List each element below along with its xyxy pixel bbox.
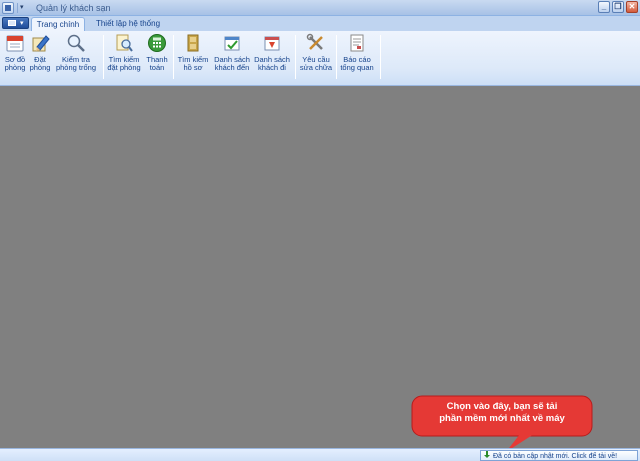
yeu-cau-sua-chua-button[interactable]: Yêu cầu sửa chữa [299, 33, 333, 79]
ribbon-label: khách đi [258, 63, 286, 72]
calendar-icon [6, 35, 24, 52]
calculator-icon [148, 34, 166, 52]
ribbon-label: phòng [4, 63, 26, 72]
guest-departure-icon [264, 36, 280, 51]
report-icon [350, 34, 364, 52]
minimize-button[interactable]: _ [598, 1, 610, 13]
danh-sach-khach-den-button[interactable]: Danh sách khách đến [214, 33, 250, 79]
chevron-down-icon: ▾ [20, 20, 24, 27]
application-menu-button[interactable]: ▾ [2, 17, 29, 29]
magnifier-icon [67, 34, 85, 52]
ribbon-label: phòng [29, 63, 51, 72]
so-do-phong-button[interactable]: Sơ đồ phòng [3, 33, 27, 79]
tools-icon [306, 33, 323, 50]
danh-sach-khach-di-button[interactable]: Danh sách khách đi [254, 33, 290, 79]
ribbon-separator [173, 35, 174, 79]
download-icon [483, 451, 491, 459]
bao-cao-tong-quan-button[interactable]: Báo cáo tổng quan [339, 33, 375, 79]
status-bar: Đã có bản cập nhật mới. Click để tải về! [0, 448, 640, 461]
ribbon-label: khách đến [214, 63, 250, 72]
search-document-icon [116, 34, 133, 52]
update-download-link[interactable]: Đã có bản cập nhật mới. Click để tải về! [480, 450, 638, 461]
restore-button[interactable]: ❐ [612, 1, 624, 13]
tab-thiet-lap-he-thong[interactable]: Thiết lập hệ thống [95, 17, 161, 31]
tim-kiem-dat-phong-button[interactable]: Tìm kiếm đặt phòng [106, 33, 142, 79]
ribbon-panel: Sơ đồ phòng Đặt phòng Kiểm tra phòng trố… [0, 31, 640, 86]
tab-trang-chinh[interactable]: Trang chính [31, 17, 85, 31]
mdi-workspace [0, 86, 640, 448]
ribbon-label: toán [149, 63, 165, 72]
kiem-tra-phong-trong-button[interactable]: Kiểm tra phòng trống [55, 33, 97, 79]
ribbon-separator [380, 35, 381, 79]
qat-dropdown-icon[interactable]: ▾ [20, 3, 24, 11]
ribbon-tab-bar: ▾ Trang chính Thiết lập hệ thống [0, 16, 640, 31]
file-cabinet-icon [187, 34, 199, 52]
update-text: Đã có bản cập nhật mới. Click để tải về! [493, 453, 618, 460]
ribbon-label: hồ sơ [183, 63, 203, 72]
guest-arrival-icon [224, 36, 240, 51]
ribbon-label: đặt phòng [107, 63, 141, 72]
callout-line-2: phần mềm mới nhất về máy [439, 413, 565, 424]
callout-text: Chọn vào đây, bạn sẽ tải phần mềm mới nh… [418, 401, 586, 425]
ribbon-separator [336, 35, 337, 79]
qat-separator [17, 3, 18, 13]
ribbon-label: sửa chữa [299, 63, 333, 72]
menu-icon [8, 20, 16, 26]
thanh-toan-button[interactable]: Thanh toán [144, 33, 170, 79]
callout-line-1: Chọn vào đây, bạn sẽ tải [446, 401, 558, 412]
close-button[interactable]: ✕ [626, 1, 638, 13]
ribbon-separator [295, 35, 296, 79]
app-icon[interactable] [2, 2, 14, 14]
tim-kiem-ho-so-button[interactable]: Tìm kiếm hồ sơ [176, 33, 210, 79]
title-bar: ▾ Quản lý khách sạn _ ❐ ✕ [0, 0, 640, 16]
edit-pencil-icon [32, 35, 50, 52]
dat-phong-button[interactable]: Đặt phòng [28, 33, 52, 79]
window-title: Quản lý khách sạn [36, 3, 111, 13]
ribbon-label: tổng quan [340, 63, 374, 72]
ribbon-separator [103, 35, 104, 79]
ribbon-label: phòng trống [55, 63, 97, 72]
